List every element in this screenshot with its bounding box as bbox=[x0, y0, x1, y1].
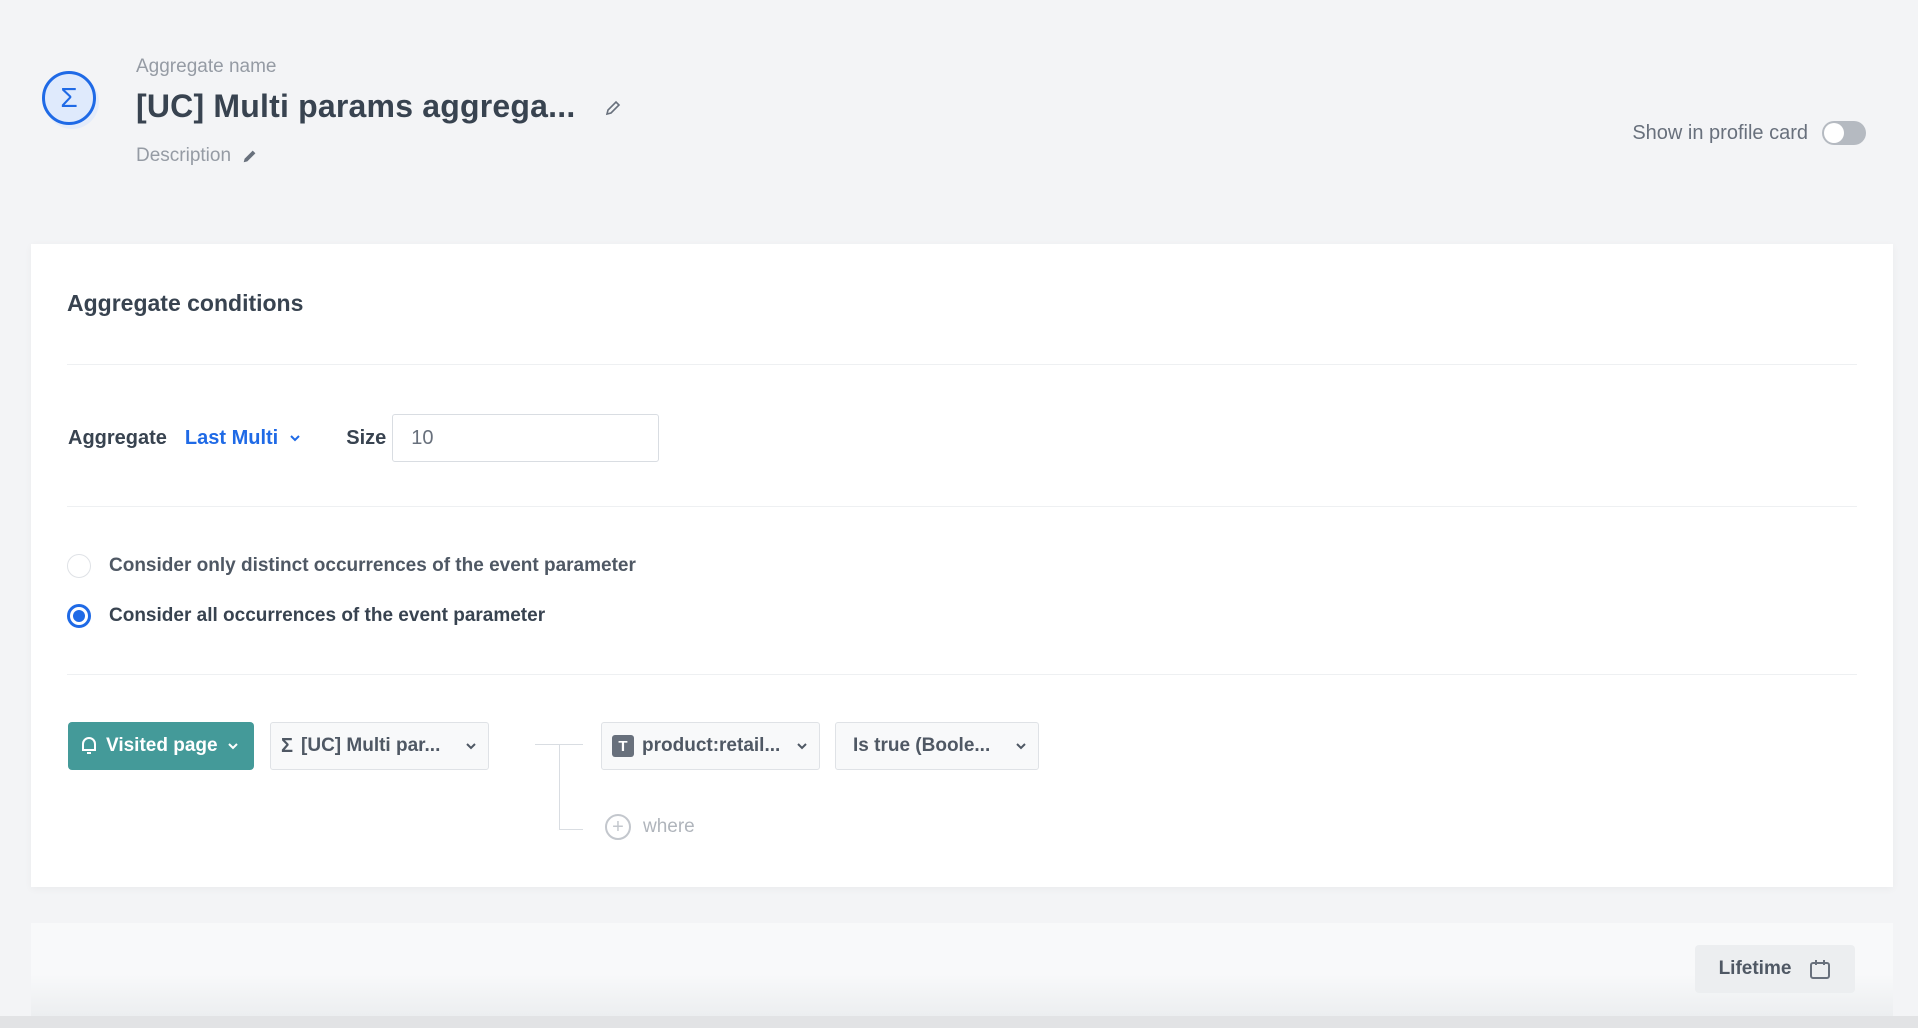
aggregate-name-title[interactable]: [UC] Multi params aggrega... bbox=[136, 88, 575, 125]
sigma-icon: Σ bbox=[42, 71, 96, 125]
lifetime-label: Lifetime bbox=[1718, 958, 1792, 979]
calendar-icon bbox=[1810, 960, 1831, 979]
aggregate-header: Σ Aggregate name [UC] Multi params aggre… bbox=[0, 0, 1918, 243]
radio-label: Consider only distinct occurrences of th… bbox=[109, 555, 636, 576]
show-in-profile-toggle[interactable] bbox=[1822, 121, 1866, 145]
description-label: Description bbox=[136, 145, 232, 166]
section-title: Aggregate conditions bbox=[67, 290, 304, 316]
radio-all-occurrences[interactable]: Consider all occurrences of the event pa… bbox=[67, 604, 545, 628]
divider bbox=[67, 674, 1857, 675]
add-where-button[interactable]: + where bbox=[605, 814, 695, 840]
chevron-down-icon bbox=[290, 435, 300, 442]
size-input[interactable] bbox=[392, 414, 660, 462]
event-label: Visited page bbox=[106, 735, 218, 756]
aggregate-type-value: Last Multi bbox=[184, 426, 279, 449]
param-label: [UC] Multi par... bbox=[301, 735, 441, 756]
aggregate-conditions-card: Aggregate conditions Aggregate Last Mult… bbox=[31, 244, 1893, 887]
bell-icon bbox=[82, 737, 96, 754]
aggregate-label: Aggregate bbox=[68, 426, 167, 449]
show-in-profile-label: Show in profile card bbox=[1632, 121, 1808, 144]
text-type-icon: T bbox=[612, 735, 634, 757]
aggregate-param-dropdown[interactable]: Σ [UC] Multi par... bbox=[270, 722, 489, 770]
chevron-down-icon bbox=[466, 743, 476, 750]
description-field[interactable]: Description bbox=[136, 145, 259, 167]
where-label: where bbox=[643, 816, 695, 837]
size-label: Size bbox=[346, 426, 387, 449]
chevron-down-icon bbox=[797, 743, 807, 750]
bottom-shade bbox=[0, 1016, 1918, 1028]
aggregate-settings-row: Aggregate Last Multi Size bbox=[68, 414, 660, 462]
radio-button[interactable] bbox=[67, 554, 91, 578]
tree-connector bbox=[559, 744, 560, 829]
aggregate-type-dropdown[interactable]: Last Multi bbox=[185, 427, 302, 450]
event-select-button[interactable]: Visited page bbox=[68, 722, 254, 770]
operator-dropdown[interactable]: Is true (Boole... bbox=[835, 722, 1039, 770]
date-range-panel: Lifetime bbox=[31, 923, 1893, 1016]
show-in-profile-card: Show in profile card bbox=[1632, 121, 1866, 145]
radio-label: Consider all occurrences of the event pa… bbox=[109, 605, 546, 626]
lifetime-date-button[interactable]: Lifetime bbox=[1695, 945, 1855, 993]
pencil-icon[interactable] bbox=[603, 98, 623, 118]
plus-circle-icon: + bbox=[605, 814, 631, 840]
divider bbox=[67, 364, 1857, 365]
filter-param-label: product:retail... bbox=[642, 735, 781, 756]
sigma-icon: Σ bbox=[281, 734, 294, 757]
radio-button[interactable] bbox=[67, 604, 91, 628]
filter-param-dropdown[interactable]: T product:retail... bbox=[601, 722, 820, 770]
chevron-down-icon bbox=[227, 743, 238, 750]
divider bbox=[67, 506, 1857, 507]
chevron-down-icon bbox=[1016, 743, 1026, 750]
tree-connector bbox=[559, 829, 583, 830]
pencil-icon[interactable] bbox=[241, 147, 259, 165]
operator-label: Is true (Boole... bbox=[853, 735, 991, 756]
radio-distinct-occurrences[interactable]: Consider only distinct occurrences of th… bbox=[67, 554, 636, 578]
aggregate-name-label: Aggregate name bbox=[136, 56, 277, 77]
